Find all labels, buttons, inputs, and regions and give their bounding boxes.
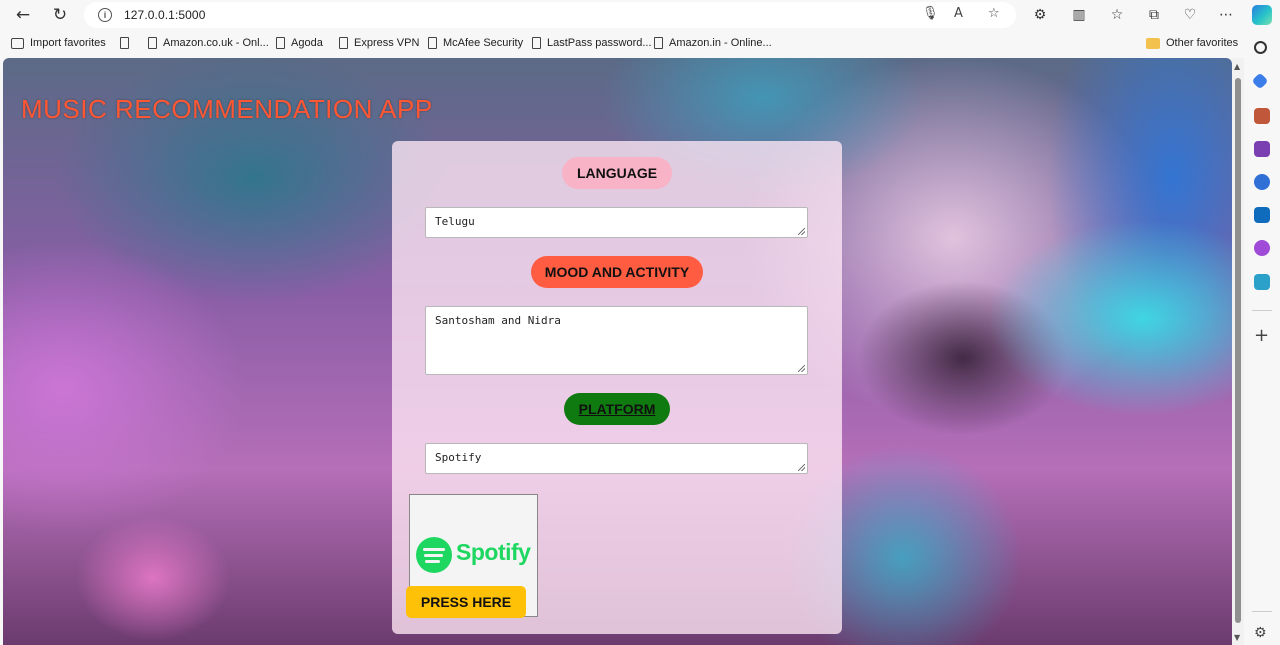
favorite-label: Amazon.co.uk - Onl... (163, 37, 269, 49)
favorite-page-icon[interactable] (120, 37, 129, 49)
microphone-icon[interactable]: 🎙 (922, 6, 939, 21)
favorites-bar: Import favorites Amazon.co.uk - Onl... A… (0, 31, 1280, 57)
page-title: MUSIC RECOMMENDATION APP (21, 94, 433, 124)
import-icon (11, 37, 24, 49)
page-icon (339, 37, 348, 49)
spotify-icon (416, 537, 452, 573)
page-icon (276, 37, 285, 49)
split-screen-icon[interactable]: ▥ (1069, 5, 1089, 25)
browser-essentials-icon[interactable]: ♡ (1180, 5, 1200, 25)
language-input-value: Telugu (435, 215, 475, 228)
sidebar-divider (1252, 310, 1272, 311)
page-icon (148, 37, 157, 49)
mood-input-value: Santosham and Nidra (435, 314, 561, 327)
other-favorites[interactable]: Other favorites (1146, 37, 1238, 49)
page-viewport: MUSIC RECOMMENDATION APP LANGUAGE Telugu… (3, 58, 1232, 645)
favorite-amazon-in[interactable]: Amazon.in - Online... (654, 37, 772, 49)
other-favorites-label: Other favorites (1166, 37, 1239, 49)
favorites-icon[interactable]: ☆ (1107, 5, 1127, 25)
shopping-icon[interactable] (1251, 72, 1269, 90)
page-icon (654, 37, 663, 49)
outlook-icon[interactable] (1254, 207, 1270, 223)
mood-heading: MOOD AND ACTIVITY (531, 256, 703, 288)
tools-icon[interactable] (1254, 108, 1270, 124)
resize-grip-icon[interactable] (798, 464, 805, 471)
favorite-star-icon[interactable]: ☆ (988, 6, 1000, 21)
scroll-down-icon[interactable]: ▼ (1234, 633, 1240, 642)
sidebar-divider (1252, 611, 1272, 612)
favorite-label: Amazon.in - Online... (669, 37, 772, 49)
more-menu-icon[interactable]: ⋯ (1216, 5, 1236, 25)
search-icon[interactable] (1254, 41, 1267, 54)
resize-grip-icon[interactable] (798, 228, 805, 235)
scrollbar-thumb[interactable] (1235, 78, 1241, 623)
address-url: 127.0.0.1:5000 (124, 8, 206, 22)
favorite-label: Import favorites (30, 37, 106, 49)
page-scrollbar[interactable]: ▲ ▼ (1232, 58, 1244, 645)
favorite-mcafee[interactable]: McAfee Security (428, 37, 523, 49)
platform-input[interactable]: Spotify (425, 443, 808, 474)
settings-icon[interactable]: ⚙ (1254, 625, 1270, 641)
games-icon[interactable] (1254, 141, 1270, 157)
browser-sidebar: + ⚙ (1244, 31, 1280, 645)
page-icon (428, 37, 437, 49)
favorite-label: Agoda (291, 37, 323, 49)
back-icon[interactable]: ← (11, 4, 35, 26)
scroll-up-icon[interactable]: ▲ (1234, 62, 1240, 71)
add-icon[interactable]: + (1254, 327, 1270, 345)
collections-icon[interactable]: ⧉ (1144, 5, 1164, 25)
site-info-icon[interactable]: i (98, 8, 112, 22)
favorite-amazon-uk[interactable]: Amazon.co.uk - Onl... (148, 37, 269, 49)
favorite-express-vpn[interactable]: Express VPN (339, 37, 419, 49)
favorite-import[interactable]: Import favorites (11, 37, 106, 49)
extensions-icon[interactable]: ⚙ (1030, 5, 1050, 25)
page-icon (532, 37, 541, 49)
spotify-wordmark: Spotify (456, 539, 531, 565)
press-here-button[interactable]: PRESS HERE (406, 586, 526, 618)
language-input[interactable]: Telugu (425, 207, 808, 238)
page-icon (120, 37, 129, 49)
favorite-label: LastPass password... (547, 37, 652, 49)
address-bar[interactable]: i 127.0.0.1:5000 🎙 A ☆ (84, 2, 1016, 28)
microsoft-365-icon[interactable] (1254, 174, 1270, 190)
favorite-lastpass[interactable]: LastPass password... (532, 37, 652, 49)
favorite-label: McAfee Security (443, 37, 524, 49)
designer-icon[interactable] (1254, 240, 1270, 256)
resize-grip-icon[interactable] (798, 365, 805, 372)
favorite-label: Express VPN (354, 37, 420, 49)
mood-input[interactable]: Santosham and Nidra (425, 306, 808, 375)
platform-input-value: Spotify (435, 451, 482, 464)
refresh-icon[interactable]: ↻ (48, 4, 72, 26)
recommendation-form: LANGUAGE Telugu MOOD AND ACTIVITY Santos… (392, 141, 842, 634)
read-aloud-icon[interactable]: A (954, 6, 963, 21)
platform-link[interactable]: PLATFORM (564, 393, 670, 425)
drop-icon[interactable] (1254, 274, 1270, 290)
language-heading: LANGUAGE (562, 157, 672, 189)
favorite-agoda[interactable]: Agoda (276, 37, 323, 49)
browser-toolbar: ← ↻ i 127.0.0.1:5000 🎙 A ☆ ⚙ ▥ ☆ ⧉ ♡ ⋯ (0, 0, 1280, 30)
copilot-icon[interactable] (1252, 5, 1272, 25)
folder-icon (1146, 37, 1160, 49)
